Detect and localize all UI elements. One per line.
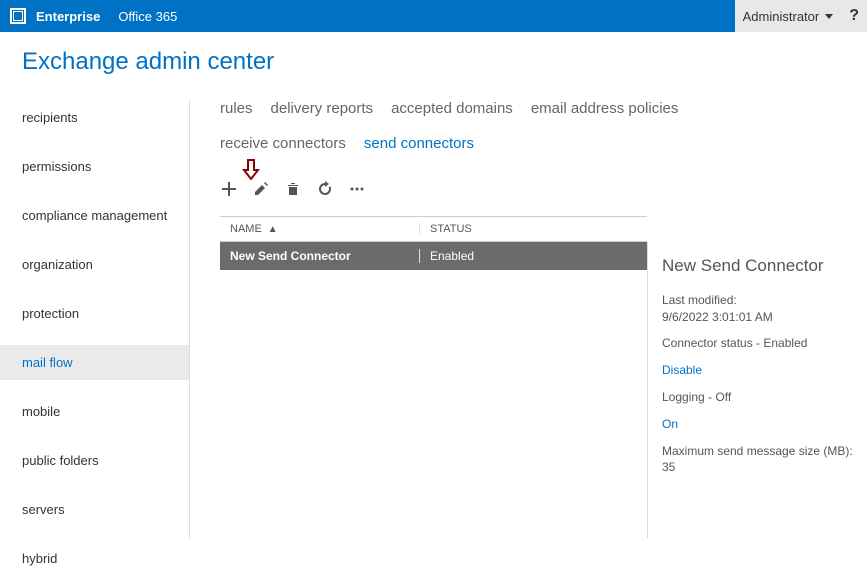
- hint-arrow-icon: [242, 158, 260, 183]
- cell-name: New Send Connector: [220, 249, 420, 263]
- sidebar-item-permissions[interactable]: permissions: [0, 149, 189, 184]
- table-row[interactable]: New Send Connector Enabled: [220, 242, 647, 270]
- user-menu[interactable]: Administrator: [735, 0, 842, 32]
- sidebar-item-organization[interactable]: organization: [0, 247, 189, 282]
- tab-delivery-reports[interactable]: delivery reports: [271, 100, 374, 117]
- sidebar-item-recipients[interactable]: recipients: [0, 100, 189, 135]
- connectors-table: NAME ▲ STATUS New Send Connector Enabled: [220, 216, 647, 538]
- main-content: rules delivery reports accepted domains …: [190, 100, 867, 538]
- sort-asc-icon: ▲: [268, 224, 278, 235]
- sidebar-item-protection[interactable]: protection: [0, 296, 189, 331]
- sidebar-item-mobile[interactable]: mobile: [0, 394, 189, 429]
- add-button[interactable]: [220, 180, 238, 198]
- tab-receive-connectors[interactable]: receive connectors: [220, 135, 346, 152]
- tab-email-address-policies[interactable]: email address policies: [531, 100, 679, 117]
- sub-nav: rules delivery reports accepted domains …: [220, 100, 780, 152]
- sidebar-item-mailflow[interactable]: mail flow: [0, 345, 189, 380]
- disable-link[interactable]: Disable: [662, 362, 859, 379]
- ellipsis-icon: [349, 181, 365, 197]
- details-logging: Logging - Off: [662, 389, 859, 406]
- sidebar-item-servers[interactable]: servers: [0, 492, 189, 527]
- column-header-name-label: NAME: [230, 223, 262, 235]
- max-size-label: Maximum send message size (MB):: [662, 443, 859, 460]
- cell-status: Enabled: [420, 249, 600, 263]
- top-nav-office365[interactable]: Office 365: [118, 9, 177, 24]
- help-button[interactable]: ?: [841, 0, 867, 32]
- column-header-status[interactable]: STATUS: [420, 223, 600, 235]
- toolbar: [220, 180, 867, 198]
- details-title: New Send Connector: [662, 254, 859, 278]
- more-button[interactable]: [348, 180, 366, 198]
- body: recipients permissions compliance manage…: [0, 100, 867, 538]
- sidebar-item-publicfolders[interactable]: public folders: [0, 443, 189, 478]
- page-title: Exchange admin center: [0, 32, 867, 100]
- sidebar-item-hybrid[interactable]: hybrid: [0, 541, 189, 576]
- details-max-size: Maximum send message size (MB): 35: [662, 443, 859, 477]
- refresh-button[interactable]: [316, 180, 334, 198]
- last-modified-label: Last modified:: [662, 292, 859, 309]
- top-bar: Enterprise Office 365 Administrator ?: [0, 0, 867, 32]
- user-name-label: Administrator: [743, 9, 820, 24]
- sidebar-item-compliance[interactable]: compliance management: [0, 198, 189, 233]
- pencil-icon: [253, 181, 269, 197]
- top-nav-enterprise[interactable]: Enterprise: [36, 9, 100, 24]
- top-nav: Enterprise Office 365: [36, 9, 177, 24]
- refresh-icon: [317, 181, 333, 197]
- trash-icon: [285, 181, 301, 197]
- details-last-modified: Last modified: 9/6/2022 3:01:01 AM: [662, 292, 859, 326]
- sidebar: recipients permissions compliance manage…: [0, 100, 190, 538]
- table-wrap: NAME ▲ STATUS New Send Connector Enabled…: [220, 216, 867, 538]
- table-header: NAME ▲ STATUS: [220, 216, 647, 242]
- plus-icon: [221, 181, 237, 197]
- tab-send-connectors[interactable]: send connectors: [364, 135, 474, 152]
- app-logo-icon: [10, 8, 26, 24]
- details-pane: New Send Connector Last modified: 9/6/20…: [647, 242, 867, 538]
- delete-button[interactable]: [284, 180, 302, 198]
- chevron-down-icon: [825, 14, 833, 19]
- tab-rules[interactable]: rules: [220, 100, 253, 117]
- column-header-status-label: STATUS: [430, 223, 472, 235]
- logging-on-link[interactable]: On: [662, 416, 859, 433]
- details-status: Connector status - Enabled: [662, 335, 859, 352]
- last-modified-value: 9/6/2022 3:01:01 AM: [662, 309, 859, 326]
- max-size-value: 35: [662, 459, 859, 476]
- tab-accepted-domains[interactable]: accepted domains: [391, 100, 513, 117]
- column-header-name[interactable]: NAME ▲: [220, 223, 420, 235]
